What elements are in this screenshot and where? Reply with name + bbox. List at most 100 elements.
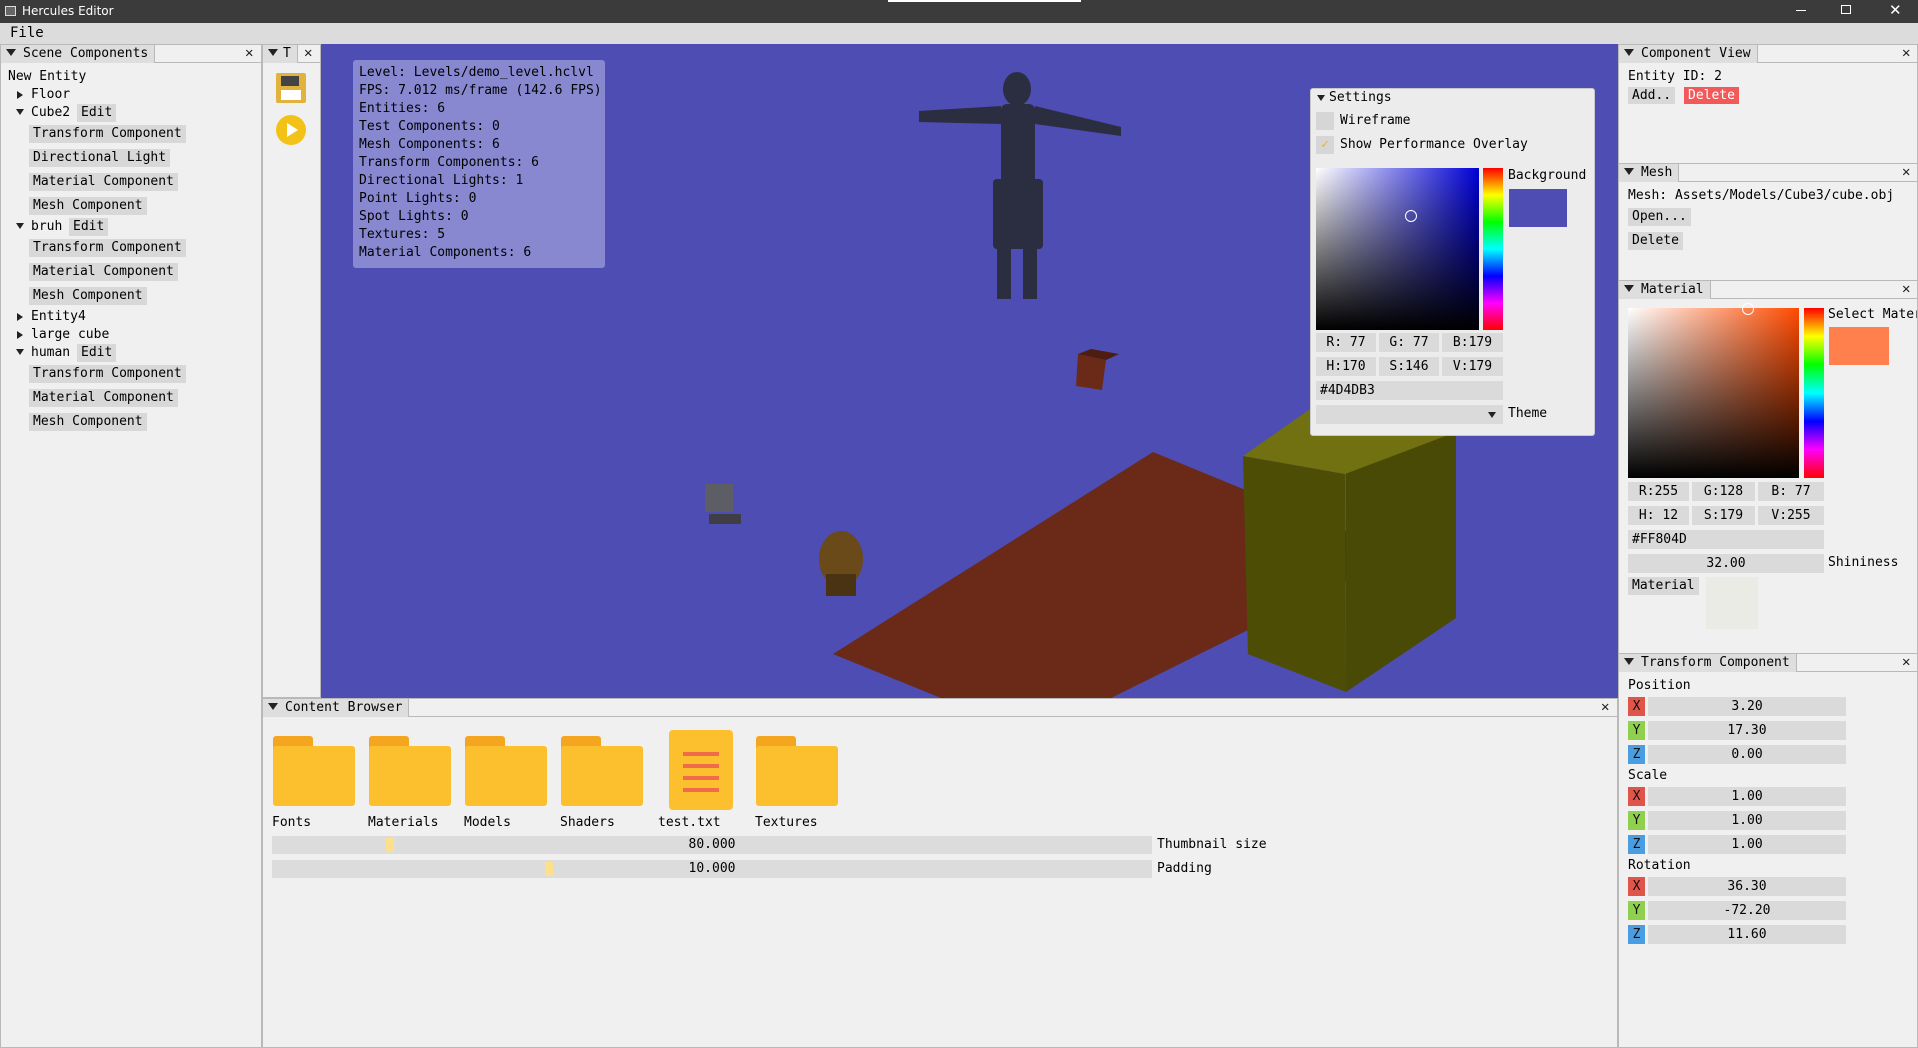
content-item-textures[interactable]: Textures (755, 815, 818, 831)
collapse-human-icon[interactable] (16, 349, 24, 355)
scene-viewport[interactable]: Level: Levels/demo_level.hclvl FPS: 7.01… (321, 44, 1618, 698)
position-x-field[interactable]: 3.20 (1648, 697, 1846, 716)
bruh-transform-component[interactable]: Transform Component (29, 239, 186, 257)
material-sv-picker[interactable] (1628, 303, 1799, 478)
delete-entity-button[interactable]: Delete (1684, 87, 1739, 104)
rotation-y-field[interactable]: -72.20 (1648, 901, 1846, 920)
tab-toolbar[interactable]: T (263, 45, 298, 63)
collapse-settings-icon[interactable] (1317, 95, 1325, 101)
position-y-field[interactable]: 17.30 (1648, 721, 1846, 740)
human-transform-component[interactable]: Transform Component (29, 365, 186, 383)
restore-button[interactable] (1841, 5, 1851, 14)
theme-combo[interactable] (1316, 405, 1503, 424)
folder-icon[interactable] (561, 736, 643, 806)
mat-h-field[interactable]: H: 12 (1628, 506, 1689, 525)
close-icon[interactable]: ✕ (1902, 654, 1910, 671)
save-icon[interactable] (276, 73, 306, 103)
expand-floor-icon[interactable] (17, 91, 23, 99)
scale-y-field[interactable]: 1.00 (1648, 811, 1846, 830)
close-icon[interactable]: ✕ (245, 45, 253, 62)
background-hue-bar[interactable] (1483, 168, 1503, 330)
close-icon[interactable]: ✕ (1902, 164, 1910, 181)
collapse-bruh-icon[interactable] (16, 223, 24, 229)
mat-hex-field[interactable]: #FF804D (1628, 530, 1824, 549)
content-item-test-txt[interactable]: test.txt (658, 815, 721, 831)
rotation-z-field[interactable]: 11.60 (1648, 925, 1846, 944)
bg-hex-field[interactable]: #4D4DB3 (1316, 381, 1503, 400)
tab-transform-component[interactable]: Transform Component (1619, 654, 1797, 672)
add-component-button[interactable]: Add.. (1628, 87, 1676, 104)
material-color-swatch[interactable] (1829, 327, 1889, 365)
expand-large-cube-icon[interactable] (17, 331, 23, 339)
human-material-component[interactable]: Material Component (29, 389, 178, 407)
material-hue-bar[interactable] (1804, 308, 1824, 478)
close-icon[interactable]: ✕ (1902, 281, 1910, 298)
collapse-icon[interactable] (6, 49, 16, 56)
tab-mesh[interactable]: Mesh (1619, 164, 1680, 182)
file-icon[interactable] (669, 730, 733, 810)
collapse-icon[interactable] (1624, 49, 1634, 56)
mat-v-field[interactable]: V:255 (1758, 506, 1824, 525)
entity-large-cube[interactable]: large cube (31, 327, 109, 343)
close-window-button[interactable]: ✕ (1889, 2, 1902, 18)
scale-z-field[interactable]: 1.00 (1648, 835, 1846, 854)
collapse-icon[interactable] (268, 49, 278, 56)
play-icon[interactable] (276, 115, 306, 145)
tab-component-view[interactable]: Component View (1619, 45, 1758, 63)
menu-file[interactable]: File (10, 25, 44, 41)
scale-x-field[interactable]: 1.00 (1648, 787, 1846, 806)
collapse-icon[interactable] (1624, 658, 1634, 665)
entity-floor[interactable]: Floor (31, 87, 70, 103)
cube2-directional-light[interactable]: Directional Light (29, 149, 171, 167)
entity-bruh[interactable]: bruh (31, 219, 62, 235)
theme-dropdown-icon[interactable] (1488, 412, 1496, 418)
overlay-checkbox[interactable]: ✓ (1316, 136, 1334, 154)
folder-icon[interactable] (756, 736, 838, 806)
folder-icon[interactable] (273, 736, 355, 806)
position-z-field[interactable]: 0.00 (1648, 745, 1846, 764)
edit-human-button[interactable]: Edit (77, 344, 117, 362)
padding-slider[interactable]: 10.000 (272, 860, 1152, 878)
bruh-mesh-component[interactable]: Mesh Component (29, 287, 147, 305)
bg-s-field[interactable]: S:146 (1379, 357, 1439, 376)
mat-b-field[interactable]: B: 77 (1758, 482, 1824, 501)
new-entity-button[interactable]: New Entity (8, 69, 86, 85)
folder-icon[interactable] (369, 736, 451, 806)
collapse-icon[interactable] (1624, 285, 1634, 292)
content-item-models[interactable]: Models (464, 815, 511, 831)
bruh-material-component[interactable]: Material Component (29, 263, 178, 281)
thumbnail-size-slider[interactable]: 80.000 (272, 836, 1152, 854)
mat-r-field[interactable]: R:255 (1628, 482, 1689, 501)
content-item-shaders[interactable]: Shaders (560, 815, 615, 831)
sv-cursor-icon[interactable] (1405, 210, 1417, 222)
background-sv-picker[interactable] (1316, 168, 1479, 330)
tab-scene-components[interactable]: Scene Components (1, 45, 156, 63)
content-item-materials[interactable]: Materials (368, 815, 438, 831)
entity-human[interactable]: human (31, 345, 70, 361)
mat-g-field[interactable]: G:128 (1692, 482, 1755, 501)
collapse-cube2-icon[interactable] (16, 109, 24, 115)
content-item-fonts[interactable]: Fonts (272, 815, 311, 831)
bg-b-field[interactable]: B:179 (1442, 333, 1503, 352)
delete-mesh-button[interactable]: Delete (1628, 232, 1683, 250)
mat-s-field[interactable]: S:179 (1692, 506, 1755, 525)
collapse-icon[interactable] (268, 703, 278, 710)
close-icon[interactable]: ✕ (304, 45, 312, 62)
material-texture-slot[interactable] (1706, 577, 1758, 629)
tab-content-browser[interactable]: Content Browser (263, 699, 410, 717)
cube2-transform-component[interactable]: Transform Component (29, 125, 186, 143)
edit-bruh-button[interactable]: Edit (69, 218, 109, 236)
folder-icon[interactable] (465, 736, 547, 806)
bg-g-field[interactable]: G: 77 (1379, 333, 1439, 352)
tab-material[interactable]: Material (1619, 281, 1711, 299)
human-mesh-component[interactable]: Mesh Component (29, 413, 147, 431)
bg-h-field[interactable]: H:170 (1316, 357, 1376, 376)
cube2-material-component[interactable]: Material Component (29, 173, 178, 191)
close-icon[interactable]: ✕ (1601, 699, 1609, 716)
minimize-button[interactable] (1796, 10, 1806, 11)
edit-cube2-button[interactable]: Edit (77, 104, 117, 122)
cube2-mesh-component[interactable]: Mesh Component (29, 197, 147, 215)
open-mesh-button[interactable]: Open... (1628, 208, 1691, 226)
entity-cube2[interactable]: Cube2 (31, 105, 70, 121)
entity-entity4[interactable]: Entity4 (31, 309, 86, 325)
